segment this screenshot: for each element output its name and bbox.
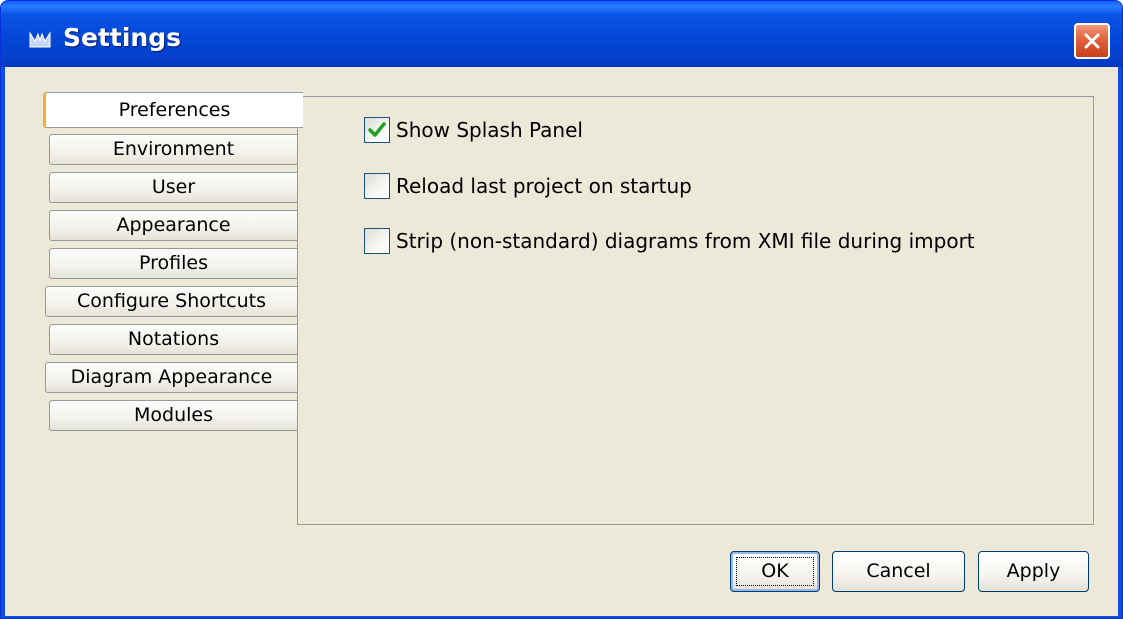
cancel-button-label: Cancel (866, 560, 931, 582)
tab-user[interactable]: User (49, 172, 297, 203)
tab-preferences[interactable]: Preferences (43, 92, 303, 128)
ok-button[interactable]: OK (730, 551, 820, 592)
reload-last-project-label: Reload last project on startup (396, 174, 692, 198)
uml-app-icon (29, 31, 51, 48)
tab-configure-shortcuts[interactable]: Configure Shortcuts (45, 286, 297, 317)
preferences-panel: Show Splash Panel Reload last project on… (297, 96, 1094, 525)
reload-last-project-checkbox[interactable] (364, 173, 390, 199)
apply-button-label: Apply (1006, 560, 1061, 582)
show-splash-panel-label: Show Splash Panel (396, 118, 583, 142)
title-bar[interactable]: Settings (1, 1, 1122, 67)
strip-diagrams-checkbox[interactable] (364, 228, 390, 254)
checkmark-icon (368, 122, 386, 137)
tab-profiles[interactable]: Profiles (49, 248, 297, 279)
ok-button-label: OK (761, 560, 789, 582)
apply-button[interactable]: Apply (978, 551, 1089, 592)
close-button[interactable] (1074, 23, 1110, 59)
tab-notations[interactable]: Notations (49, 324, 297, 355)
tab-diagram-appearance[interactable]: Diagram Appearance (45, 362, 297, 393)
strip-diagrams-label: Strip (non-standard) diagrams from XMI f… (396, 229, 975, 253)
tab-appearance[interactable]: Appearance (49, 210, 297, 241)
cancel-button[interactable]: Cancel (832, 551, 965, 592)
tab-environment[interactable]: Environment (49, 134, 297, 165)
settings-window: Settings Preferences Environment User Ap… (0, 0, 1123, 619)
dialog-body: Preferences Environment User Appearance … (5, 67, 1118, 616)
tab-modules[interactable]: Modules (49, 400, 297, 431)
close-icon (1084, 33, 1100, 49)
show-splash-panel-checkbox[interactable] (364, 117, 390, 143)
window-title: Settings (63, 23, 182, 52)
